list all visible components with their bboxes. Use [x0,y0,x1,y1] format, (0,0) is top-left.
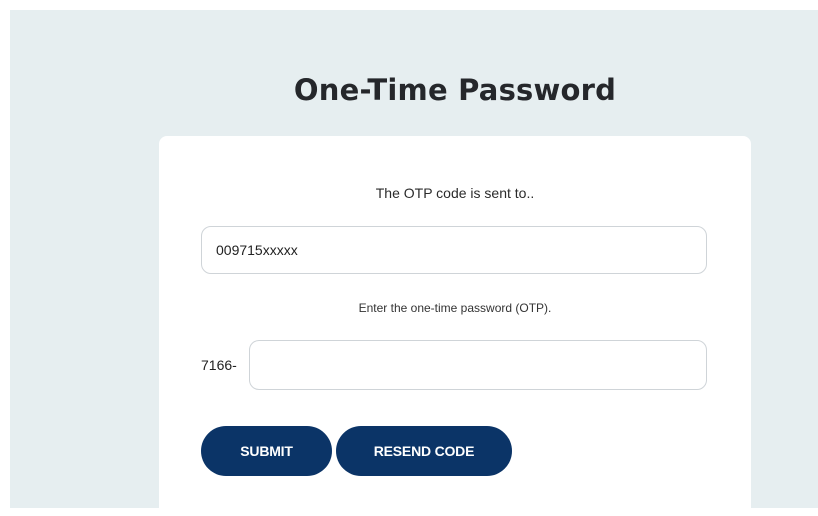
otp-sent-text: The OTP code is sent to.. [375,185,535,201]
resend-code-button[interactable]: RESEND CODE [336,426,512,476]
submit-button[interactable]: SUBMIT [201,426,332,476]
otp-input[interactable] [249,340,707,390]
phone-number-field[interactable] [201,226,707,274]
otp-prefix: 7166- [201,357,237,373]
otp-instruction-text: Enter the one-time password (OTP). [358,301,552,315]
otp-card: The OTP code is sent to.. Enter the one-… [159,136,751,516]
page-title: One-Time Password [293,73,617,107]
